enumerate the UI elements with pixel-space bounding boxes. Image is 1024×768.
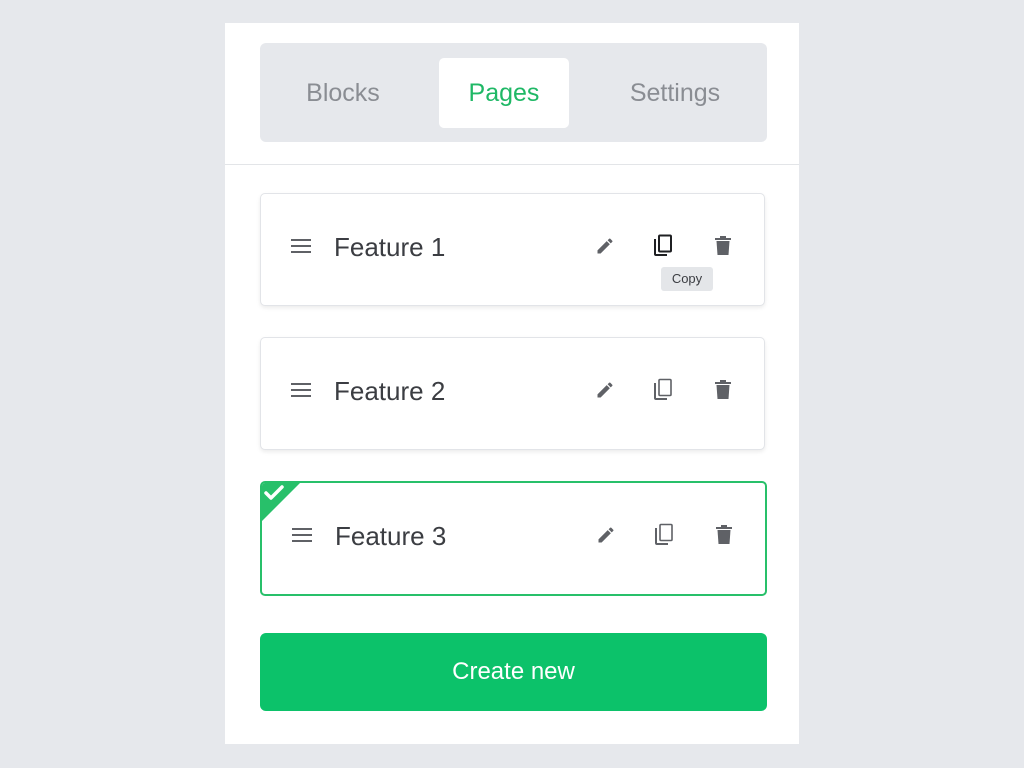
trash-icon[interactable] [710,521,738,549]
tab-blocks[interactable]: Blocks [278,58,408,128]
create-new-button[interactable]: Create new [260,633,767,711]
trash-icon[interactable] [709,232,737,260]
copy-tooltip: Copy [661,267,713,291]
tab-pages[interactable]: Pages [439,58,569,128]
pages-panel: Blocks Pages Settings Feature 1 Copy Fea… [225,23,799,744]
page-item-feature-3[interactable]: Feature 3 [260,481,767,596]
pencil-icon[interactable] [591,232,619,260]
page-title: Feature 3 [335,521,447,551]
page-title: Feature 1 [334,232,446,262]
copy-icon[interactable] [649,232,677,260]
pencil-icon[interactable] [591,376,619,404]
checkmark-icon [264,485,284,506]
drag-handle-icon[interactable] [292,527,312,543]
pencil-icon[interactable] [592,521,620,549]
page-title: Feature 2 [334,376,446,406]
divider [225,164,799,165]
drag-handle-icon[interactable] [291,382,311,398]
trash-icon[interactable] [709,376,737,404]
page-item-feature-2[interactable]: Feature 2 [260,337,765,450]
drag-handle-icon[interactable] [291,238,311,254]
tab-bar: Blocks Pages Settings [260,43,767,142]
copy-icon[interactable] [650,521,678,549]
tab-settings[interactable]: Settings [610,58,740,128]
copy-icon[interactable] [649,376,677,404]
